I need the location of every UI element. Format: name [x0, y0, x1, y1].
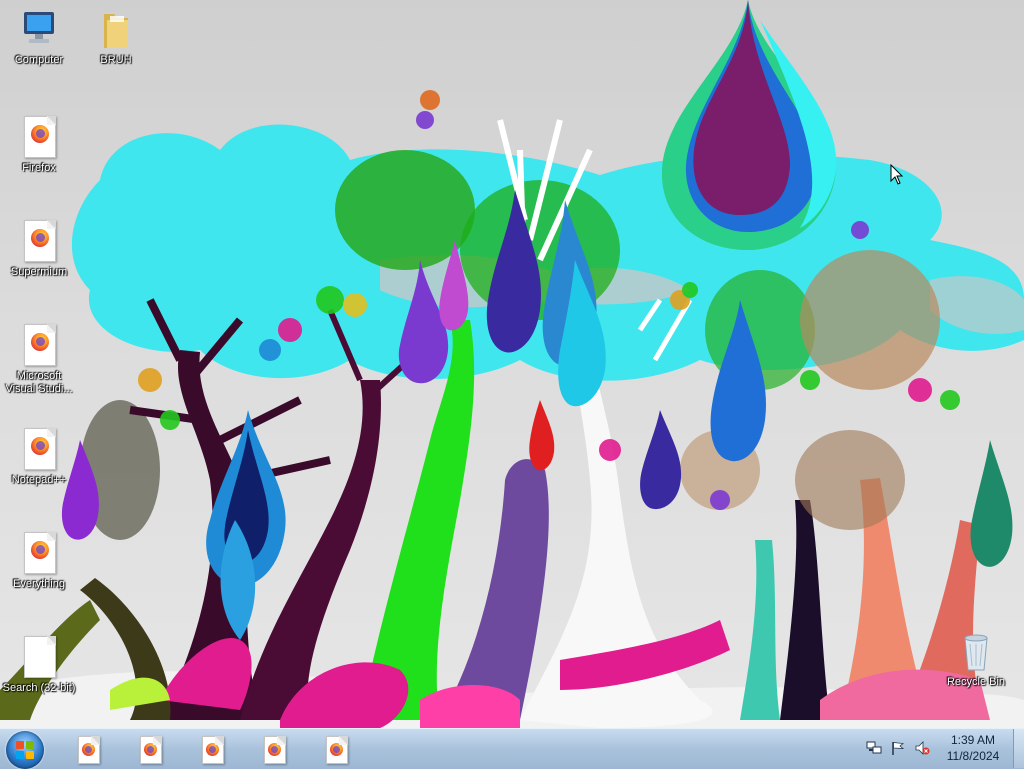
desktop-icon-label: Notepad++: [11, 474, 67, 486]
taskbar-item-firefox-3[interactable]: [196, 734, 228, 764]
firefox-shortcut-icon: [19, 532, 59, 574]
desktop-icon-label: Firefox: [22, 162, 56, 174]
blank-document-icon: [19, 636, 59, 678]
desktop-icon-everything[interactable]: Everything: [1, 532, 77, 591]
taskbar-item-firefox-1[interactable]: [72, 734, 104, 764]
taskbar-item-firefox-2[interactable]: [134, 734, 166, 764]
desktop-icon-search-32bit[interactable]: Search (32-bit): [1, 636, 77, 695]
desktop-icon-firefox[interactable]: Firefox: [1, 116, 77, 175]
desktop-icon-label: Computer: [14, 54, 64, 66]
desktop-icon-computer[interactable]: Computer: [1, 8, 77, 67]
firefox-shortcut-icon: [19, 220, 59, 262]
desktop-icon-supermium[interactable]: Supermium: [1, 220, 77, 279]
recycle-bin-icon: [956, 630, 996, 672]
desktop-icon-bruh[interactable]: BRUH: [78, 8, 154, 67]
start-button[interactable]: [6, 731, 44, 769]
desktop[interactable]: Computer BRUH Firefox Supermium Microsof…: [0, 0, 1024, 728]
desktop-icon-label: Supermium: [10, 266, 68, 278]
tray-clock[interactable]: 1:39 AM 11/8/2024: [940, 732, 1006, 764]
firefox-shortcut-icon: [19, 324, 59, 366]
taskbar-item-firefox-4[interactable]: [258, 734, 290, 764]
windows-logo-icon: [16, 741, 34, 759]
desktop-icon-visual-studio[interactable]: Microsoft Visual Studi...: [1, 324, 77, 396]
taskbar-item-firefox-5[interactable]: [320, 734, 352, 764]
volume-muted-icon[interactable]: [914, 740, 930, 756]
folder-icon: [96, 8, 136, 50]
desktop-icon-label: BRUH: [100, 54, 132, 66]
firefox-shortcut-icon: [19, 428, 59, 470]
action-center-flag-icon[interactable]: [890, 740, 906, 756]
firefox-shortcut-icon: [19, 116, 59, 158]
computer-icon: [19, 8, 59, 50]
mouse-cursor-icon: [890, 164, 904, 185]
clock-time: 1:39 AM: [950, 733, 996, 747]
network-icon[interactable]: [866, 740, 882, 756]
desktop-icon-recycle-bin[interactable]: Recycle Bin: [938, 630, 1014, 689]
clock-date: 11/8/2024: [946, 749, 1000, 763]
show-desktop-button[interactable]: [1013, 729, 1024, 768]
wallpaper: [0, 0, 1024, 728]
desktop-icon-label: Search (32-bit): [2, 682, 76, 694]
desktop-icon-label: Recycle Bin: [946, 676, 1006, 688]
desktop-icon-label: Everything: [13, 578, 65, 590]
desktop-icon-label: Microsoft Visual Studi...: [5, 370, 73, 395]
desktop-icon-notepad-plus-plus[interactable]: Notepad++: [1, 428, 77, 487]
